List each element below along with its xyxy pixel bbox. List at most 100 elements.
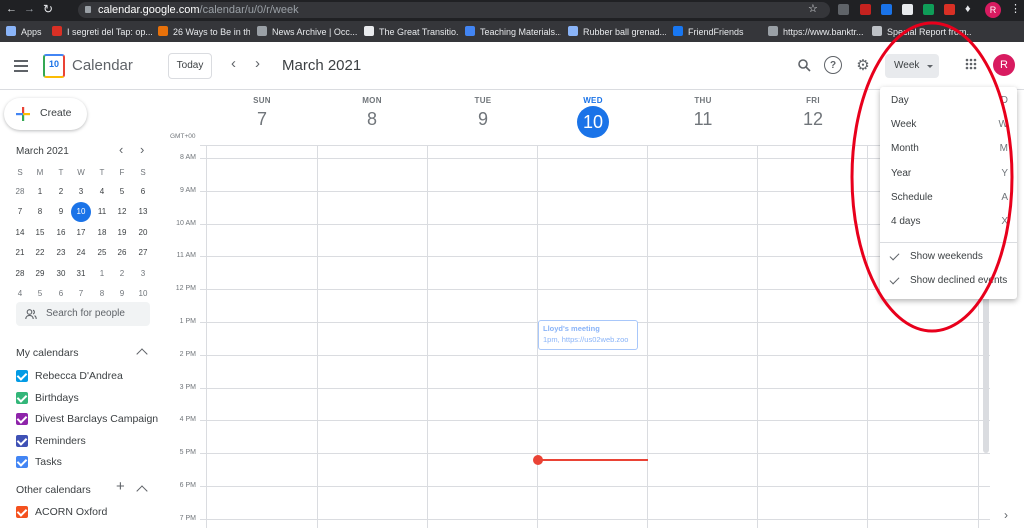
calendar-item[interactable]: ACORN Oxford [16,503,107,521]
mini-day[interactable]: 15 [30,223,50,243]
main-menu-icon[interactable] [10,55,32,77]
day-date[interactable]: 11 [648,109,758,130]
collapse-icon[interactable] [136,485,148,497]
search-icon[interactable] [795,56,813,74]
mini-day[interactable]: 9 [112,284,132,304]
mini-day[interactable]: 20 [133,223,153,243]
bookmark-item[interactable]: Rubber ball grenad... [568,25,666,39]
calendar-item[interactable]: Rebecca D'Andrea [16,367,123,385]
day-header[interactable]: MON 8 [317,96,427,130]
collapse-icon[interactable] [136,348,148,360]
timezone-label: GMT+00 [170,133,196,140]
address-bar[interactable]: calendar.google.com/calendar/u/0/r/week [78,2,830,18]
mini-day[interactable]: 9 [51,202,71,222]
day-date[interactable]: 8 [317,109,427,130]
bookmark-item[interactable]: Apps [6,25,46,39]
calendar-item[interactable]: Reminders [16,432,86,450]
add-calendar-icon[interactable]: + [116,478,125,495]
mini-day[interactable]: 19 [112,223,132,243]
mini-day[interactable]: 27 [133,243,153,263]
day-date[interactable]: 10 [577,106,609,138]
calendar-checkbox[interactable] [16,413,28,426]
mini-day-selected[interactable]: 10 [71,202,91,223]
search-people-input[interactable]: Search for people [16,302,150,326]
calendar-item[interactable]: Birthdays [16,389,79,407]
mini-day[interactable]: 17 [71,223,91,243]
mini-day[interactable]: 12 [112,202,132,222]
bookmark-item[interactable]: FriendFriends [673,25,761,39]
today-button[interactable]: Today [168,53,212,79]
event-chip[interactable]: Lloyd's meeting 1pm, https://us02web.zoo [538,320,638,350]
mini-day[interactable]: 2 [112,264,132,284]
calendar-item[interactable]: Divest Barclays Campaign [16,410,158,428]
create-button[interactable]: Create [4,98,87,130]
calendar-checkbox[interactable] [16,370,28,382]
calendar-logo[interactable]: 10 [43,54,65,78]
mini-day[interactable]: 8 [30,202,50,222]
day-date[interactable]: 9 [428,109,538,130]
mini-day[interactable]: 14 [10,223,30,243]
bookmark-item[interactable]: The Great Transitio... [364,25,458,39]
other-calendars-heading[interactable]: Other calendars [16,484,91,496]
mini-day[interactable]: 16 [51,223,71,243]
day-header[interactable]: TUE 9 [428,96,538,130]
day-name: WED [583,96,603,105]
expand-side-panel-icon[interactable]: › [1004,508,1008,522]
mini-day[interactable]: 25 [92,243,112,263]
forward-icon[interactable]: → [24,3,35,15]
mini-day[interactable]: 18 [92,223,112,243]
mini-day[interactable]: 7 [10,202,30,222]
mini-day[interactable]: 7 [71,284,91,304]
mini-day[interactable]: 13 [133,202,153,222]
sidebar: Create March 2021 ‹ › S M T W T F S 28 1 2 3 4 5 6 7 8 9… [0,90,160,528]
mini-day[interactable]: 24 [71,243,91,263]
mini-day[interactable]: 29 [30,264,50,284]
mini-day[interactable]: 2 [51,182,71,202]
my-calendars-heading[interactable]: My calendars [16,347,78,359]
day-divider [647,146,648,528]
calendar-checkbox[interactable] [16,456,28,469]
hour-label: 2 PM [179,350,196,358]
reload-icon[interactable]: ↻ [43,2,53,16]
mini-day[interactable]: 4 [92,182,112,202]
star-icon[interactable]: ☆ [808,2,818,15]
mini-day[interactable]: 4 [10,284,30,304]
mini-day[interactable]: 6 [51,284,71,304]
day-header[interactable]: SUN 7 [207,96,317,130]
mini-day[interactable]: 10 [133,284,153,304]
calendar-checkbox[interactable] [16,434,28,447]
mini-day[interactable]: 11 [92,202,112,222]
mini-day[interactable]: 31 [71,264,91,284]
calendar-item[interactable]: Tasks [16,453,62,471]
mini-day[interactable]: 23 [51,243,71,263]
day-header[interactable]: THU 11 [648,96,758,130]
bookmark-item[interactable]: 26 Ways to Be in th... [158,25,250,39]
mini-day[interactable]: 28 [10,264,30,284]
mini-day[interactable]: 3 [133,264,153,284]
mini-prev-button[interactable]: ‹ [119,142,123,157]
back-icon[interactable]: ← [6,3,17,15]
bookmark-item[interactable]: Teaching Materials... [465,25,561,39]
mini-day[interactable]: 22 [30,243,50,263]
mini-day[interactable]: 30 [51,264,71,284]
next-period-button[interactable]: › [255,55,260,72]
day-header[interactable]: WED 10 [538,96,648,138]
mini-day[interactable]: 28 [10,182,30,202]
mini-day[interactable]: 5 [30,284,50,304]
calendar-checkbox[interactable] [16,506,28,518]
prev-period-button[interactable]: ‹ [231,55,236,72]
mini-next-button[interactable]: › [140,142,144,157]
logo-day: 10 [48,59,59,69]
bookmark-item[interactable]: I segreti del Tap: op... [52,25,152,39]
mini-day[interactable]: 26 [112,243,132,263]
bookmark-item[interactable]: News Archive | Occ... [257,25,357,39]
mini-day[interactable]: 1 [92,264,112,284]
mini-day[interactable]: 8 [92,284,112,304]
day-date[interactable]: 7 [207,109,317,130]
mini-day[interactable]: 6 [133,182,153,202]
mini-day[interactable]: 3 [71,182,91,202]
mini-day[interactable]: 5 [112,182,132,202]
calendar-checkbox[interactable] [16,391,28,404]
mini-day[interactable]: 21 [10,243,30,263]
mini-day[interactable]: 1 [30,182,50,202]
